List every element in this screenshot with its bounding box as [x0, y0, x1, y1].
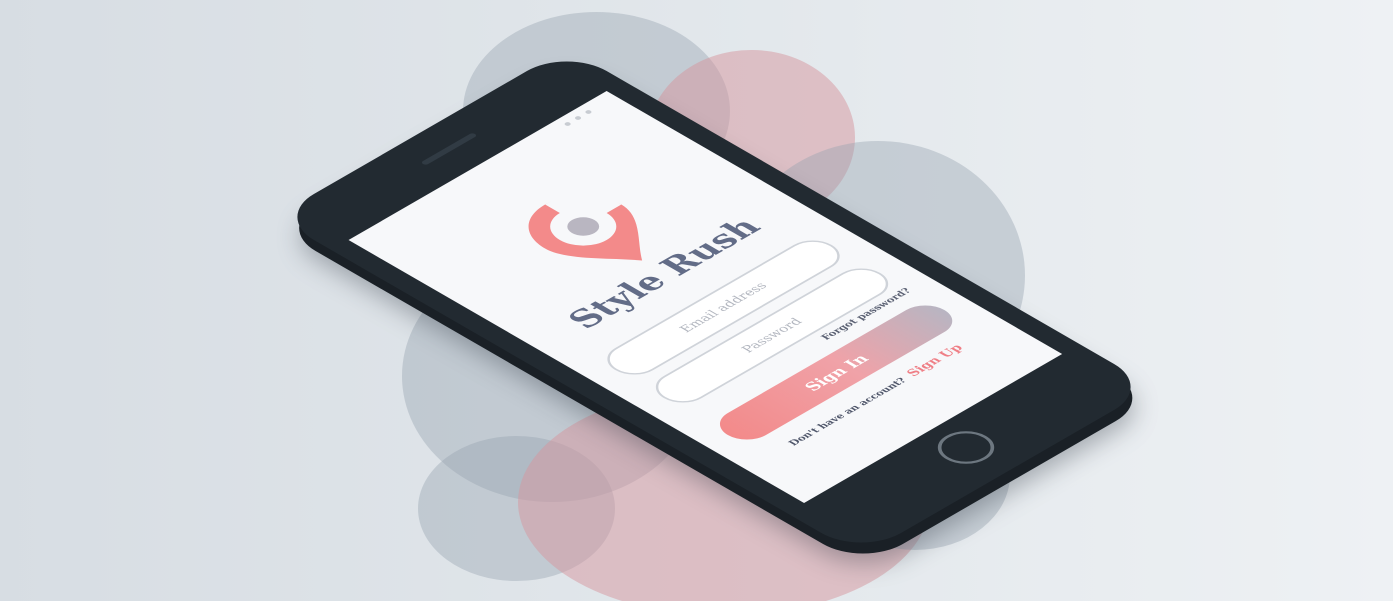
- home-button-icon[interactable]: [926, 424, 1006, 471]
- status-battery-icon: [584, 109, 593, 115]
- phone-speaker: [420, 132, 478, 166]
- status-wifi-icon: [573, 115, 583, 121]
- status-signal-icon: [563, 121, 572, 127]
